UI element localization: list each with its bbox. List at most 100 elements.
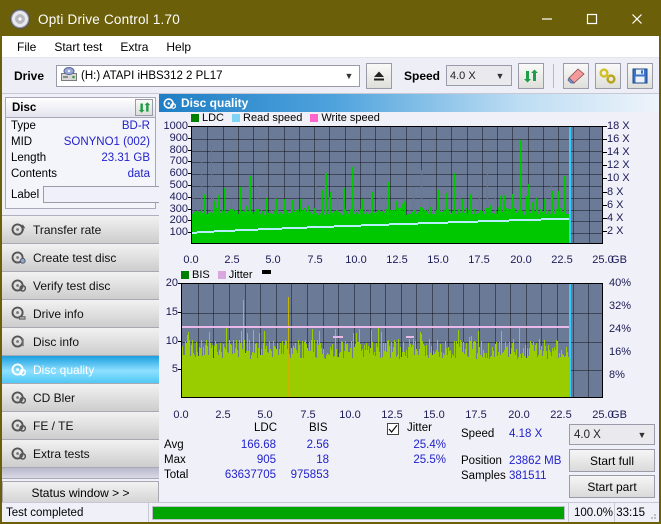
panel-header: Disc quality — [159, 94, 659, 112]
disc-label-key: Label — [11, 188, 40, 201]
x-tick: 10.0 — [345, 254, 367, 266]
y-tick-right: 10 X — [607, 172, 630, 184]
disc-extra-icon — [11, 446, 27, 461]
drive-value: (H:) ATAPI iHBS312 2 PL17 — [81, 69, 223, 82]
drive-icon — [61, 67, 78, 84]
tick-mark — [603, 218, 607, 219]
save-icon[interactable] — [627, 62, 653, 89]
tick-mark — [178, 341, 181, 342]
disc-panel: Disc Type BD-R MID SONYNO1 (002) Length … — [5, 97, 248, 209]
disc-row-contents: Contents data — [6, 166, 155, 182]
x-tick: 7.5 — [307, 254, 323, 266]
sidebar-item-label: Create test disc — [33, 250, 117, 265]
y-tick-left: 20 — [165, 277, 178, 289]
marker-icon — [261, 269, 271, 274]
stats-col-bis: BIS — [309, 422, 328, 434]
maximize-icon[interactable] — [569, 2, 614, 36]
ldc-plot-area[interactable] — [191, 126, 603, 244]
nav-spacer — [2, 468, 159, 479]
tick-mark — [603, 152, 607, 153]
y-tick-right: 24% — [609, 323, 632, 335]
x-tick: 20.0 — [510, 254, 532, 266]
sidebar-item-disc-info[interactable]: Disc info — [2, 328, 159, 356]
tick-mark — [188, 197, 191, 198]
ldc-avg-value: 166.68 — [240, 439, 276, 451]
legend-label-bis: BIS — [192, 269, 210, 281]
sidebar-item-disc-quality[interactable]: Disc quality — [2, 356, 159, 384]
bis-series — [182, 284, 602, 397]
sidebar-item-label: Disc info — [33, 334, 80, 349]
y-tick-left: 600 — [169, 167, 188, 179]
bis-max-value: 18 — [316, 454, 329, 466]
bis-chart[interactable]: BIS Jitter 20 15 10 5 40% 32% 24% 16% 8% — [159, 269, 660, 407]
check-icon — [388, 424, 398, 433]
tools-icon[interactable] — [595, 62, 621, 89]
sidebar-item-label: Drive info — [33, 306, 84, 321]
ldc-total-value: 63637705 — [224, 469, 276, 481]
ldc-x-axis: 0.0 2.5 5.0 7.5 10.0 12.5 15.0 17.5 20.0 22.5 25.0… — [159, 252, 660, 268]
ldc-chart-legend: LDC Read speed Write speed — [191, 112, 380, 124]
y-tick-right: 4 X — [607, 212, 624, 224]
sidebar-item-cd-bler[interactable]: CD Bler — [2, 384, 159, 412]
menu-item-help[interactable]: Help — [157, 38, 200, 56]
sidebar-item-extra-tests[interactable]: Extra tests — [2, 440, 159, 468]
resize-grip-icon[interactable] — [647, 510, 657, 520]
sidebar-item-transfer-rate[interactable]: Transfer rate — [2, 216, 159, 244]
tick-mark — [188, 173, 191, 174]
speed-select[interactable]: 4.0 X ▼ — [446, 65, 512, 86]
menu-item-extra[interactable]: Extra — [111, 38, 157, 56]
panel-title: Disc quality — [181, 96, 249, 110]
test-speed-select[interactable]: 4.0 X ▼ — [569, 424, 655, 445]
start-part-button[interactable]: Start part — [569, 475, 655, 498]
disc-value: 23.31 GB — [101, 152, 150, 164]
tick-mark — [178, 283, 181, 284]
bis-plot-area[interactable] — [181, 283, 603, 398]
sidebar-item-label: Extra tests — [33, 446, 90, 461]
drive-select[interactable]: (H:) ATAPI iHBS312 2 PL17 ▼ — [56, 64, 360, 87]
chevron-down-icon[interactable]: ▼ — [341, 71, 357, 81]
tick-mark — [603, 178, 607, 179]
legend-label-read-speed: Read speed — [243, 112, 303, 124]
y-tick-left: 900 — [169, 132, 188, 144]
disc-row-type: Type BD-R — [6, 118, 155, 134]
refresh-icon[interactable] — [518, 62, 544, 89]
eject-icon[interactable] — [365, 62, 392, 89]
eraser-icon[interactable] — [563, 62, 589, 89]
y-tick-right: 8% — [609, 369, 625, 381]
disc-create-icon — [11, 250, 26, 265]
close-icon[interactable] — [614, 2, 659, 36]
disc-value: SONYNO1 (002) — [63, 136, 150, 148]
progress-label: 100.0% — [569, 503, 615, 522]
window-controls — [524, 2, 659, 36]
nav-list: Transfer rate Create test disc Verify te… — [2, 215, 159, 505]
menu-bar: File Start test Extra Help — [2, 36, 659, 58]
disc-quality-icon — [11, 362, 27, 377]
tick-mark — [603, 139, 607, 140]
disc-row-length: Length 23.31 GB — [6, 150, 155, 166]
y-tick-right: 2 X — [607, 225, 624, 237]
bis-chart-legend: BIS Jitter — [181, 269, 271, 281]
test-speed-value: 4.0 X — [574, 428, 601, 441]
menu-item-start-test[interactable]: Start test — [45, 38, 111, 56]
stats-col-ldc: LDC — [254, 422, 278, 434]
chevron-down-icon[interactable]: ▼ — [492, 71, 508, 81]
ldc-chart[interactable]: LDC Read speed Write speed 1000 900 800 700… — [159, 112, 660, 252]
tick-mark — [603, 126, 607, 127]
legend-label-ldc: LDC — [202, 112, 225, 124]
disc-bler-icon — [11, 390, 27, 405]
minimize-icon[interactable] — [524, 2, 569, 36]
sidebar-item-verify-test-disc[interactable]: Verify test disc — [2, 272, 159, 300]
start-full-button[interactable]: Start full — [569, 449, 655, 472]
chevron-down-icon[interactable]: ▼ — [634, 430, 650, 440]
sidebar-item-drive-info[interactable]: Drive info — [2, 300, 159, 328]
refresh-icon[interactable] — [135, 99, 153, 116]
tick-mark — [603, 205, 607, 206]
sidebar-item-create-test-disc[interactable]: Create test disc — [2, 244, 159, 272]
y-tick-left: 700 — [169, 155, 188, 167]
y-tick-left: 15 — [165, 306, 178, 318]
menu-item-file[interactable]: File — [8, 38, 45, 56]
y-tick-left: 500 — [169, 179, 188, 191]
sidebar-item-fe-te[interactable]: FE / TE — [2, 412, 159, 440]
sidebar-item-label: Verify test disc — [33, 278, 111, 293]
content-area: Disc Type BD-R MID SONYNO1 (002) Length … — [2, 94, 660, 505]
